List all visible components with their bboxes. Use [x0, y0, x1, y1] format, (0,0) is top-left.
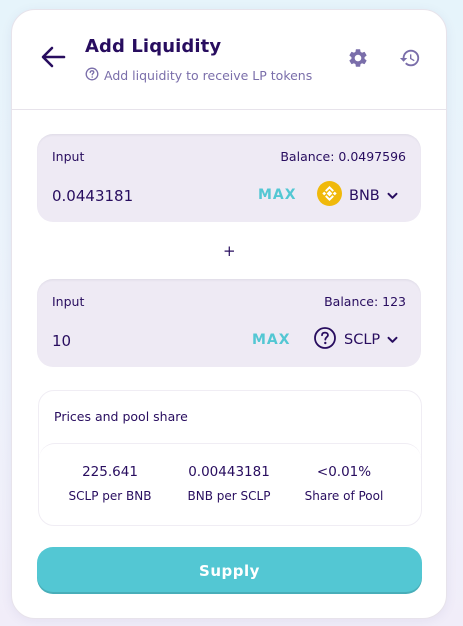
- subtitle-text: Add liquidity to receive LP tokens: [104, 68, 313, 83]
- currency-select-button[interactable]: BNB: [317, 181, 398, 210]
- stat-value: <0.01%: [316, 464, 372, 480]
- stat-value: 225.641: [82, 464, 138, 480]
- help-circle-icon[interactable]: [85, 67, 99, 84]
- chevron-down-icon: [387, 332, 398, 348]
- stat-label: Share of Pool: [304, 489, 384, 503]
- gear-icon: [347, 47, 369, 73]
- settings-button[interactable]: [346, 48, 370, 72]
- stat-price-b: 0.00443181 BNB per SCLP: [169, 464, 289, 503]
- amount-input[interactable]: 0.0443181: [52, 187, 133, 205]
- prices-title: Prices and pool share: [54, 409, 188, 424]
- amount-input[interactable]: 10: [52, 332, 71, 350]
- back-button[interactable]: [38, 44, 68, 74]
- stat-pool-share: <0.01% Share of Pool: [284, 464, 404, 503]
- balance-text: Balance: 123: [324, 294, 406, 309]
- unknown-token-icon: [313, 326, 337, 354]
- bnb-logo-icon: [317, 181, 342, 210]
- stat-price-a: 225.641 SCLP per BNB: [50, 464, 170, 503]
- add-liquidity-card: Add Liquidity Add liquidity to receive L…: [11, 9, 447, 619]
- prices-stats: 225.641 SCLP per BNB 0.00443181 BNB per …: [39, 443, 421, 525]
- stat-label: BNB per SCLP: [187, 489, 271, 503]
- arrow-left-icon: [40, 46, 66, 72]
- chevron-down-icon: [387, 188, 398, 204]
- prices-pool-share-panel: Prices and pool share 225.641 SCLP per B…: [38, 390, 422, 526]
- input-label: Input: [52, 149, 85, 164]
- plus-icon: +: [223, 242, 236, 260]
- currency-symbol: BNB: [349, 187, 380, 204]
- stat-value: 0.00443181: [188, 464, 270, 480]
- input-label: Input: [52, 294, 85, 309]
- page-title: Add Liquidity: [85, 36, 222, 57]
- max-button[interactable]: MAX: [258, 187, 297, 203]
- currency-input-b: Input Balance: 123 10 MAX SCLP: [37, 279, 421, 367]
- currency-input-a: Input Balance: 0.0497596 0.0443181 MAX B…: [37, 134, 421, 222]
- currency-select-button[interactable]: SCLP: [313, 326, 398, 354]
- card-header: Add Liquidity Add liquidity to receive L…: [12, 10, 446, 110]
- history-icon: [399, 47, 421, 73]
- max-button[interactable]: MAX: [252, 332, 291, 348]
- supply-button[interactable]: Supply: [37, 547, 422, 594]
- currency-symbol: SCLP: [344, 332, 381, 348]
- history-button[interactable]: [398, 48, 422, 72]
- page-subtitle: Add liquidity to receive LP tokens: [85, 67, 312, 84]
- balance-text: Balance: 0.0497596: [280, 149, 406, 164]
- stat-label: SCLP per BNB: [68, 489, 152, 503]
